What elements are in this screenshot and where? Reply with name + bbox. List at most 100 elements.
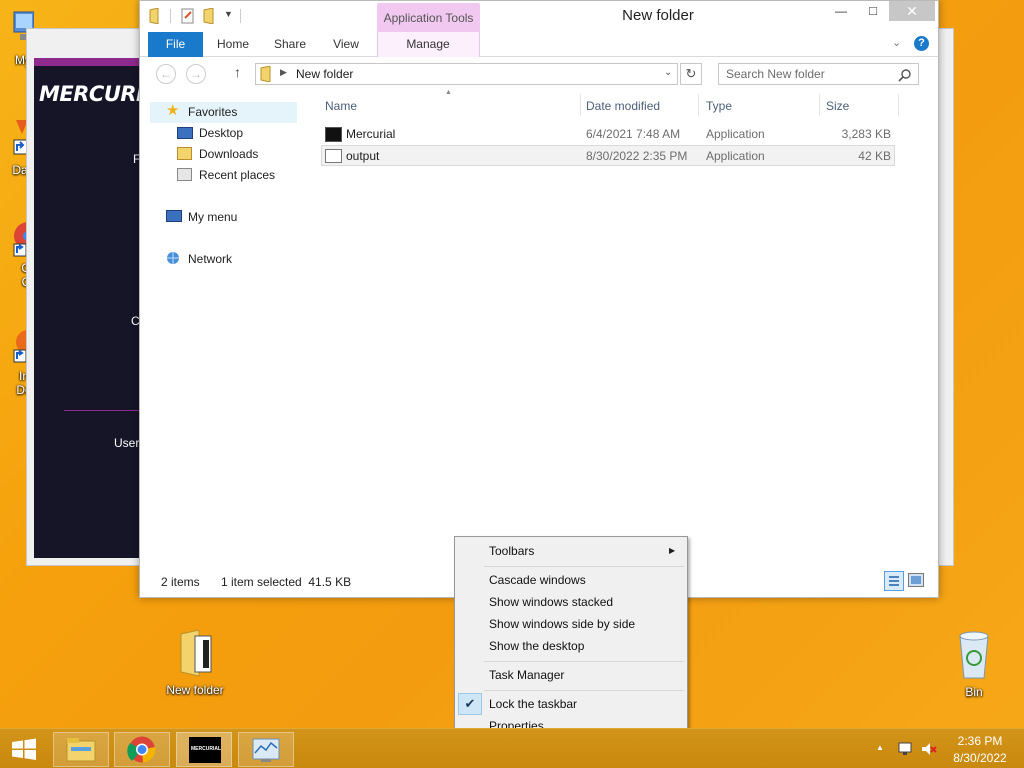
title-bar[interactable]: ▼ Application Tools New folder — □ ✕	[140, 1, 938, 32]
taskbar-performance-monitor[interactable]	[238, 732, 294, 767]
address-row: ← → ↑ ▶ New folder ⌄ ↻ Search New folder	[140, 58, 938, 90]
menu-item-task-manager[interactable]: Task Manager	[489, 664, 564, 686]
windows-logo-icon	[12, 738, 36, 760]
table-row[interactable]: Mercurial 6/4/2021 7:48 AM Application 3…	[321, 124, 895, 145]
column-separator[interactable]	[819, 94, 820, 116]
folder-icon	[180, 629, 212, 677]
nav-label: Network	[188, 252, 233, 266]
nav-label: My menu	[188, 210, 238, 224]
refresh-button[interactable]: ↻	[680, 63, 702, 85]
menu-item-show-windows-stacked[interactable]: Show windows stacked	[489, 591, 613, 613]
taskbar-context-menu: Toolbars ▶ Cascade windows Show windows …	[454, 536, 688, 740]
downloads-folder-icon	[177, 147, 192, 160]
taskbar-chrome[interactable]	[114, 732, 170, 767]
maximize-button[interactable]: □	[860, 1, 886, 21]
menu-item-show-windows-side-by-side[interactable]: Show windows side by side	[489, 613, 635, 635]
column-header-date-modified[interactable]: Date modified	[586, 96, 660, 116]
menu-separator	[484, 661, 684, 662]
window-title: New folder	[622, 7, 694, 24]
explorer-window[interactable]: ▼ Application Tools New folder — □ ✕ Fil…	[139, 0, 939, 598]
clock-time[interactable]: 2:36 PM	[955, 734, 1005, 748]
nav-label: Desktop	[199, 126, 244, 140]
submenu-arrow-icon: ▶	[669, 546, 676, 555]
up-button[interactable]: ↑	[234, 64, 241, 80]
tab-share[interactable]: Share	[267, 32, 313, 57]
desktop-icon	[177, 127, 193, 139]
desktop-icon-label: New folder	[166, 683, 224, 697]
tab-view[interactable]: View	[323, 32, 369, 57]
menu-item-cascade-windows[interactable]: Cascade windows	[489, 569, 586, 591]
mercurial-user-label: User	[114, 436, 140, 450]
column-separator[interactable]	[580, 94, 581, 116]
start-button[interactable]	[4, 733, 44, 765]
help-icon[interactable]: ?	[914, 36, 929, 51]
nav-label: Downloads	[199, 147, 259, 161]
file-size: 42 KB	[858, 149, 891, 163]
file-type: Application	[706, 149, 765, 163]
application-tools-tab[interactable]: Application Tools	[377, 3, 480, 32]
sort-indicator-icon: ▲	[445, 89, 452, 96]
close-button[interactable]: ✕	[889, 1, 935, 21]
menu-separator	[484, 566, 684, 567]
ribbon-tabs: File Home Share View Manage ⌄ ?	[140, 32, 938, 57]
breadcrumb[interactable]: New folder	[296, 67, 353, 81]
file-name: output	[346, 149, 380, 163]
file-explorer-icon	[66, 738, 96, 762]
network-icon	[167, 252, 179, 264]
qat-dropdown-icon[interactable]: ▼	[224, 9, 233, 19]
breadcrumb-chevron-icon[interactable]: ▶	[280, 67, 287, 78]
chrome-icon	[127, 736, 156, 763]
qat-separator	[240, 9, 241, 23]
desktop-icon-new-folder[interactable]: New folder	[160, 629, 230, 697]
column-separator[interactable]	[698, 94, 699, 116]
menu-item-lock-the-taskbar[interactable]: Lock the taskbar	[489, 693, 577, 715]
clock-date[interactable]: 8/30/2022	[948, 751, 1012, 765]
menu-separator	[484, 690, 684, 691]
large-icons-view-button[interactable]	[908, 573, 924, 587]
taskbar: MERCURIAL ▲ 2:36 PM 8/30/2022	[0, 728, 1024, 768]
details-view-button[interactable]	[884, 571, 904, 591]
mercurial-accent-strip	[34, 58, 144, 66]
show-hidden-icons-icon[interactable]: ▲	[876, 743, 884, 752]
new-folder-icon[interactable]	[202, 8, 218, 24]
ribbon-expand-icon[interactable]: ⌄	[892, 36, 901, 49]
address-bar[interactable]: ▶ New folder ⌄	[255, 63, 678, 85]
mercurial-divider	[64, 410, 144, 411]
table-row[interactable]: output 8/30/2022 2:35 PM Application 42 …	[321, 145, 895, 166]
application-icon	[325, 149, 342, 163]
minimize-button[interactable]: —	[828, 1, 854, 21]
checkmark-icon: ✔	[458, 693, 482, 715]
taskbar-mercurial[interactable]: MERCURIAL	[176, 732, 232, 767]
forward-button[interactable]: →	[186, 64, 206, 84]
mercurial-window-body: MERCURI F C User	[34, 58, 144, 558]
column-separator[interactable]	[898, 94, 899, 116]
search-icon[interactable]	[898, 69, 911, 82]
folder-icon	[260, 66, 271, 82]
tab-manage[interactable]: Manage	[386, 32, 470, 57]
menu-item-show-the-desktop[interactable]: Show the desktop	[489, 635, 584, 657]
taskbar-file-explorer[interactable]	[53, 732, 109, 767]
desktop-icon-label: Bin	[965, 685, 983, 699]
column-header-type[interactable]: Type	[706, 96, 732, 116]
nav-label: Favorites	[188, 105, 238, 119]
address-dropdown-icon[interactable]: ⌄	[664, 67, 672, 78]
column-header-name[interactable]: Name	[325, 96, 357, 116]
back-button[interactable]: ←	[156, 64, 176, 84]
tab-file[interactable]: File	[148, 32, 203, 57]
nav-label: Recent places	[199, 168, 276, 182]
selection-info: 1 item selected 41.5 KB	[221, 575, 352, 589]
tab-home[interactable]: Home	[210, 32, 256, 57]
large-icons-view-icon	[911, 576, 921, 584]
menu-item-toolbars[interactable]: Toolbars	[489, 540, 534, 562]
column-header-size[interactable]: Size	[826, 96, 849, 116]
search-input[interactable]: Search New folder	[718, 63, 919, 85]
details-view-icon	[889, 576, 899, 586]
volume-muted-icon[interactable]	[920, 740, 938, 758]
item-count: 2 items	[161, 575, 200, 589]
network-status-icon[interactable]	[897, 740, 915, 758]
mercurial-app-icon	[325, 127, 342, 142]
computer-icon	[166, 210, 182, 222]
desktop-icon-recycle-bin[interactable]: Bin	[939, 630, 1009, 699]
properties-icon[interactable]	[180, 8, 196, 24]
mercurial-logo: MERCURI	[39, 82, 144, 106]
